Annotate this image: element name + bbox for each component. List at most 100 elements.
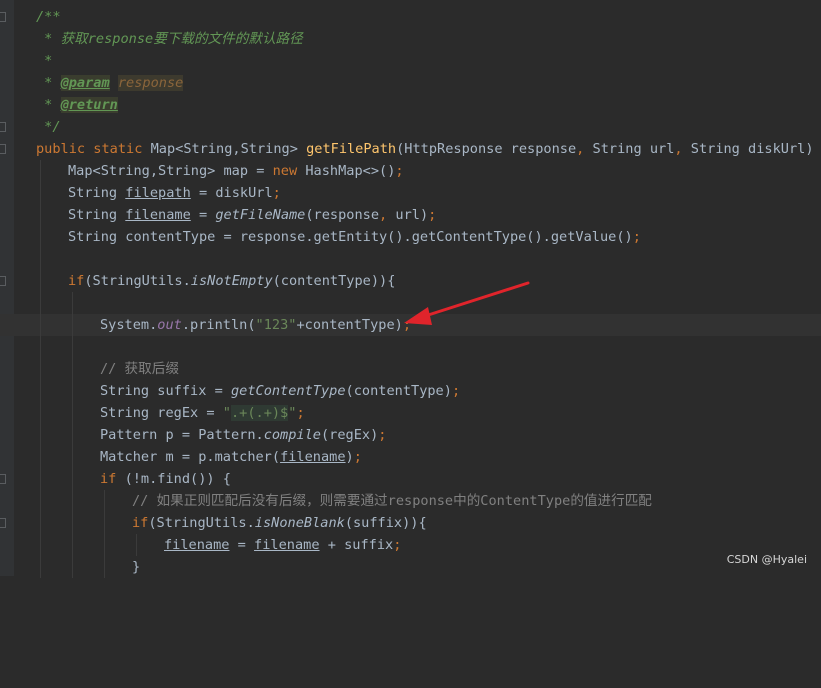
semicolon: ; — [353, 449, 362, 465]
indent-guide — [72, 314, 73, 336]
code-text: (regEx) — [320, 427, 379, 443]
semicolon: ; — [402, 317, 412, 333]
code-line-25[interactable]: filename = filename + suffix; — [0, 534, 821, 556]
string-quote: " — [222, 405, 231, 421]
code-text: url) — [395, 207, 429, 223]
indent-guide — [40, 204, 41, 226]
fold-marker-icon[interactable] — [0, 122, 6, 132]
variable-filename: filename — [125, 207, 191, 223]
code-line-20[interactable]: Pattern p = Pattern.compile(regEx); — [0, 424, 821, 446]
indent-guide — [40, 556, 41, 578]
indent-guide — [72, 468, 73, 490]
indent-guide — [40, 534, 41, 556]
code-line-22[interactable]: if (!m.find()) { — [0, 468, 821, 490]
code-line-16[interactable] — [0, 336, 821, 358]
indent-guide — [104, 534, 105, 556]
code-line-19[interactable]: String regEx = ".+(.+)$"; — [0, 402, 821, 424]
code-line-6[interactable]: */ — [0, 116, 821, 138]
static-field-out: out — [157, 317, 182, 333]
indent-guide — [40, 358, 41, 380]
code-text: (suffix)){ — [344, 515, 427, 531]
code-line-26[interactable]: } — [0, 556, 821, 578]
semicolon: ; — [632, 229, 641, 245]
indent-guide — [40, 226, 41, 248]
indent-guide — [72, 446, 73, 468]
code-line-12[interactable] — [0, 248, 821, 270]
code-line-3[interactable]: * — [0, 50, 821, 72]
code-line-13[interactable]: if(StringUtils.isNotEmpty(contentType)){ — [0, 270, 821, 292]
comma: , — [379, 207, 396, 223]
indent-guide — [40, 380, 41, 402]
code-line-1[interactable]: /** — [0, 6, 821, 28]
watermark: CSDN @Hyalei — [726, 553, 807, 566]
code-line-10[interactable]: String filename = getFileName(response, … — [0, 204, 821, 226]
string-literal: "123" — [255, 317, 297, 333]
indent-guide — [40, 160, 41, 182]
javadoc-space — [110, 75, 118, 91]
code-line-7[interactable]: public static Map<String,String> getFile… — [0, 138, 821, 160]
static-method-call: isNoneBlank — [254, 515, 345, 531]
indent-guide — [72, 336, 73, 358]
indent-guide — [40, 292, 41, 314]
code-text: HashMap<>() — [305, 163, 396, 179]
code-text: String — [68, 185, 126, 201]
code-line-14[interactable] — [0, 292, 821, 314]
semicolon: ; — [296, 405, 305, 421]
semicolon: ; — [272, 185, 281, 201]
code-text: (StringUtils. — [84, 273, 191, 289]
fold-marker-icon[interactable] — [0, 144, 6, 154]
code-line-2[interactable]: * 获取response要下载的文件的默认路径 — [0, 28, 821, 50]
code-line-8[interactable]: Map<String,String> map = new HashMap<>()… — [0, 160, 821, 182]
indent-guide — [40, 182, 41, 204]
line-comment: // 如果正则匹配后没有后缀，则需要通过response中的ContentTyp… — [132, 493, 652, 509]
fold-marker-icon[interactable] — [0, 474, 6, 484]
fold-marker-icon[interactable] — [0, 276, 6, 286]
code-text: String regEx = — [100, 405, 223, 421]
indent-guide — [72, 380, 73, 402]
return-type: Map<String,String> — [150, 141, 307, 157]
static-method-call: getContentType — [230, 383, 346, 399]
code-text: .println( — [181, 317, 256, 333]
indent-guide — [72, 490, 73, 512]
code-line-21[interactable]: Matcher m = p.matcher(filename); — [0, 446, 821, 468]
method-param: String url — [592, 141, 675, 157]
code-line-24[interactable]: if(StringUtils.isNoneBlank(suffix)){ — [0, 512, 821, 534]
code-line-4[interactable]: * @param response — [0, 72, 821, 94]
code-text: = — [190, 207, 216, 223]
javadoc-return-tag: @return — [60, 97, 118, 113]
code-text: System. — [100, 317, 158, 333]
code-line-15-current[interactable]: System.out.println("123"+contentType); — [0, 314, 821, 336]
indent-guide — [72, 534, 73, 556]
fold-marker-icon[interactable] — [0, 12, 6, 22]
indent-guide — [104, 556, 105, 578]
line-comment: // 获取后缀 — [100, 361, 179, 377]
method-name: getFilePath — [306, 141, 397, 157]
javadoc-description: * 获取response要下载的文件的默认路径 — [36, 31, 303, 47]
variable-filename: filename — [280, 449, 346, 465]
indent-guide — [40, 270, 41, 292]
code-text: +contentType) — [296, 317, 403, 333]
method-param: (HttpResponse response — [396, 141, 577, 157]
comma: , — [576, 141, 593, 157]
code-line-11[interactable]: String contentType = response.getEntity(… — [0, 226, 821, 248]
code-line-17[interactable]: // 获取后缀 — [0, 358, 821, 380]
method-param: String diskUrl) { — [690, 141, 821, 157]
code-line-18[interactable]: String suffix = getContentType(contentTy… — [0, 380, 821, 402]
code-text: Matcher m = p.matcher( — [100, 449, 281, 465]
static-method-call: compile — [263, 427, 321, 443]
keyword-if: if — [68, 273, 85, 289]
variable-filename: filename — [164, 537, 230, 553]
keyword-if: if — [100, 471, 125, 487]
code-text: String contentType = response.getEntity(… — [68, 229, 633, 245]
code-text: ) — [345, 449, 354, 465]
code-line-9[interactable]: String filepath = diskUrl; — [0, 182, 821, 204]
indent-guide — [40, 512, 41, 534]
variable-filepath: filepath — [125, 185, 191, 201]
code-line-23[interactable]: // 如果正则匹配后没有后缀，则需要通过response中的ContentTyp… — [0, 490, 821, 512]
code-text: = diskUrl — [190, 185, 273, 201]
javadoc-param-name: response — [117, 75, 184, 91]
code-line-5[interactable]: * @return — [0, 94, 821, 116]
fold-marker-icon[interactable] — [0, 518, 6, 528]
code-text: (response — [305, 207, 380, 223]
code-editor[interactable]: /** * 获取response要下载的文件的默认路径 * * @param r… — [0, 6, 821, 578]
